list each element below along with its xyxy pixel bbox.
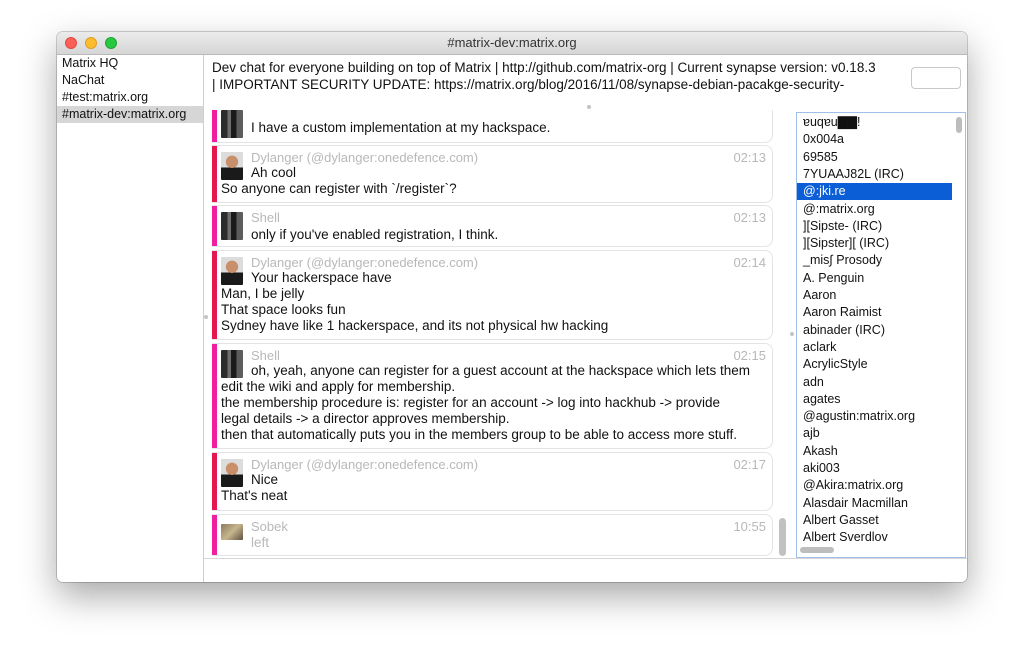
message-text: That space looks fun [221, 302, 346, 317]
member-item[interactable]: agates [797, 391, 952, 408]
message-item: Shell 02:15 oh, yeah, anyone can registe… [212, 344, 772, 448]
message-sender: Shell [251, 210, 280, 225]
message-text: Nice [251, 472, 279, 487]
member-item[interactable]: ][Sipster][ (IRC) [797, 235, 952, 252]
avatar [221, 350, 243, 378]
message-text: Sydney have like 1 hackerspace, and its … [221, 318, 609, 333]
room-item-nachat[interactable]: NaChat [57, 72, 203, 89]
left-splitter-grip-icon[interactable] [204, 315, 208, 319]
message-sender: Shell [251, 348, 280, 363]
message-item: Dylanger (@dylanger:onedefence.com) 02:1… [212, 251, 772, 339]
message-time: 02:13 [733, 210, 766, 225]
member-item[interactable]: Aaron [797, 287, 952, 304]
member-item[interactable]: A. Penguin [797, 270, 952, 287]
app-window: #matrix-dev:matrix.org Matrix HQ NaChat … [57, 32, 967, 582]
message-item: Dylanger (@dylanger:onedefence.com) 02:1… [212, 453, 772, 510]
avatar [221, 257, 243, 285]
message-item: I have a custom implementation at my hac… [212, 110, 772, 142]
member-item[interactable]: @agustin:matrix.org [797, 408, 952, 425]
room-item-matrix-hq[interactable]: Matrix HQ [57, 55, 203, 72]
close-window-button[interactable] [65, 37, 77, 49]
member-item[interactable]: Alasdair Macmillan [797, 495, 952, 512]
message-timeline: I have a custom implementation at my hac… [212, 110, 788, 558]
member-item[interactable]: abinader (IRC) [797, 322, 952, 339]
room-list: Matrix HQ NaChat #test:matrix.org #matri… [57, 55, 204, 582]
member-item[interactable]: aclark [797, 339, 952, 356]
topic-edit-field[interactable] [911, 67, 961, 89]
topic-line-1: Dev chat for everyone building on top of… [212, 60, 876, 75]
avatar [221, 110, 243, 138]
splitter-grip-icon [587, 105, 591, 109]
message-item: Shell 02:13 only if you've enabled regis… [212, 206, 772, 246]
message-item: Sobek 10:55 left [212, 515, 772, 555]
member-item[interactable]: ajb [797, 425, 952, 442]
title-bar: #matrix-dev:matrix.org [57, 32, 967, 55]
member-item[interactable]: @:matrix.org [797, 201, 952, 218]
member-item[interactable]: ɐuqɐu▇▇! [797, 114, 952, 131]
avatar [221, 152, 243, 180]
message-sender: Dylanger (@dylanger:onedefence.com) [251, 150, 479, 165]
member-item[interactable]: 0x004a [797, 131, 952, 148]
member-item[interactable]: 7YUAAJ82L (IRC) [797, 166, 952, 183]
message-text: Man, I be jelly [221, 286, 305, 301]
member-item[interactable]: Akash [797, 443, 952, 460]
message-time: 10:55 [733, 519, 766, 534]
message-sender: Sobek [251, 519, 288, 534]
message-text: edit the wiki and apply for membership. [221, 379, 456, 394]
room-topic: Dev chat for everyone building on top of… [212, 59, 902, 101]
message-item: Dylanger (@dylanger:onedefence.com) 02:1… [212, 146, 772, 202]
room-item-matrix-dev[interactable]: #matrix-dev:matrix.org [57, 106, 203, 123]
message-time: 02:14 [733, 255, 766, 270]
member-item[interactable]: AcrylicStyle [797, 356, 952, 373]
member-item[interactable]: Albert Sverdlov [797, 529, 952, 546]
message-text: legal details -> a director approves mem… [221, 411, 510, 426]
message-text: I have a custom implementation at my hac… [251, 120, 551, 135]
member-item[interactable]: _mis∫ Prosody [797, 252, 952, 269]
timeline-scrollbar[interactable] [779, 518, 786, 556]
message-sender: Dylanger (@dylanger:onedefence.com) [251, 255, 479, 270]
message-text: So anyone can register with `/register`? [221, 181, 457, 196]
member-list-horizontal-scrollbar[interactable] [800, 547, 834, 553]
member-item[interactable]: 69585 [797, 149, 952, 166]
member-item[interactable]: @:jki.re [797, 183, 952, 201]
member-list[interactable]: ɐuqɐu▇▇! 0x004a 69585 7YUAAJ82L (IRC) @:jki.… [796, 112, 966, 558]
member-item[interactable]: adn [797, 374, 952, 391]
message-text: That's neat [221, 488, 288, 503]
topic-line-2: | IMPORTANT SECURITY UPDATE: https://mat… [212, 77, 845, 92]
message-sender: Dylanger (@dylanger:onedefence.com) [251, 457, 479, 472]
message-text: then that automatically puts you in the … [221, 427, 738, 442]
avatar [221, 524, 243, 540]
message-text: Ah cool [251, 165, 297, 180]
message-text: the membership procedure is: register fo… [221, 395, 721, 410]
avatar [221, 212, 243, 240]
zoom-window-button[interactable] [105, 37, 117, 49]
member-item[interactable]: Albert Gasset [797, 512, 952, 529]
member-item[interactable]: ][Sipste- (IRC) [797, 218, 952, 235]
right-splitter-grip-icon[interactable] [790, 332, 794, 336]
message-text: oh, yeah, anyone can register for a gues… [251, 363, 751, 378]
message-text: only if you've enabled registration, I t… [251, 227, 499, 242]
member-item[interactable]: aki003 [797, 460, 952, 477]
message-text: left [251, 535, 270, 550]
window-title: #matrix-dev:matrix.org [447, 35, 577, 50]
message-time: 02:15 [733, 348, 766, 363]
message-time: 02:17 [733, 457, 766, 472]
member-item[interactable]: @Akira:matrix.org [797, 477, 952, 494]
member-list-vertical-scrollbar[interactable] [956, 117, 962, 133]
minimize-window-button[interactable] [85, 37, 97, 49]
avatar [221, 459, 243, 487]
member-item[interactable]: Aaron Raimist [797, 304, 952, 321]
message-time: 02:13 [733, 150, 766, 165]
room-item-test[interactable]: #test:matrix.org [57, 89, 203, 106]
message-input[interactable] [204, 558, 967, 582]
message-text: Your hackerspace have [251, 270, 392, 285]
